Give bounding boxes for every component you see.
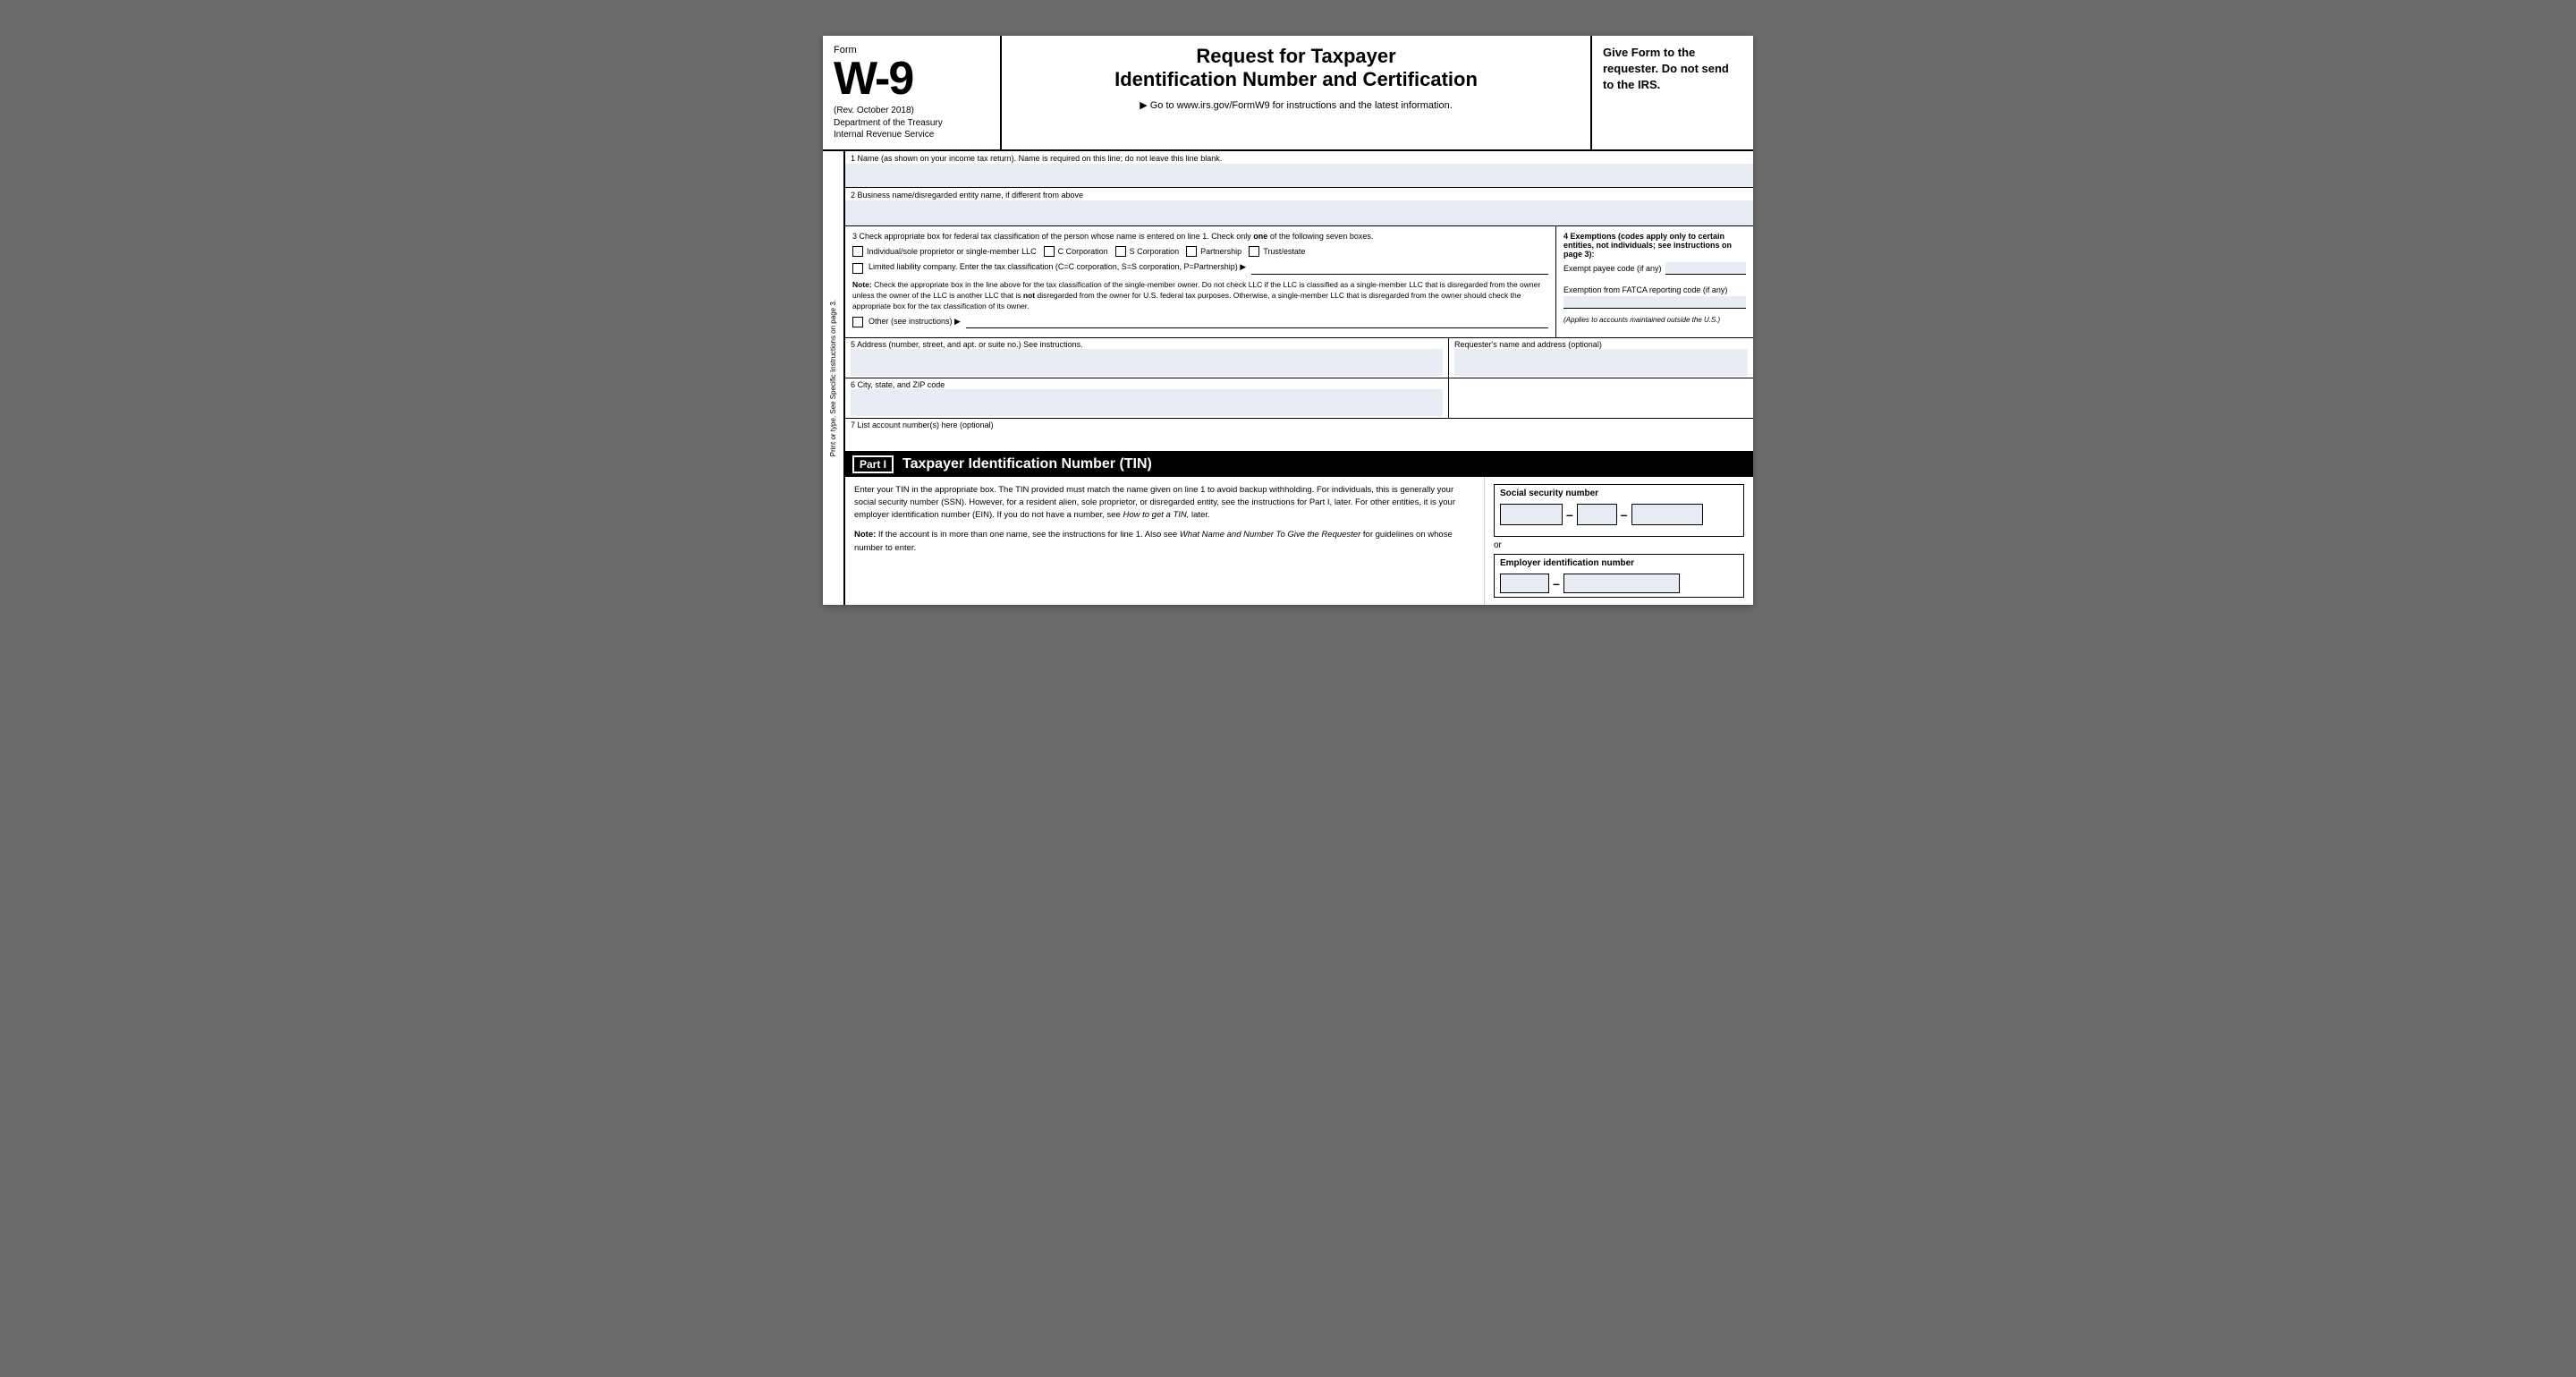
city-row: 6 City, state, and ZIP code — [845, 378, 1753, 419]
header-right: Give Form to the requester. Do not send … — [1592, 36, 1753, 149]
part1-right: Social security number – – or Employer i… — [1485, 477, 1753, 605]
line6-input[interactable] — [851, 389, 1443, 416]
ein-segment-1[interactable] — [1500, 574, 1549, 593]
ein-fields: – — [1500, 574, 1738, 593]
line1-label: 1 Name (as shown on your income tax retu… — [845, 151, 1753, 164]
requester-input[interactable] — [1454, 349, 1748, 376]
partnership-label: Partnership — [1200, 247, 1241, 256]
or-text: or — [1494, 540, 1744, 550]
ssn-dash-1: – — [1566, 507, 1573, 522]
form-body: Print or type. See Specific Instructions… — [823, 151, 1753, 605]
header-center: Request for Taxpayer Identification Numb… — [1002, 36, 1592, 149]
fatca-label: Exemption from FATCA reporting code (if … — [1563, 285, 1746, 294]
exempt-payee-row: Exempt payee code (if any) — [1563, 262, 1746, 275]
ssn-segment-1[interactable] — [1500, 504, 1563, 525]
ssn-box: Social security number – – — [1494, 484, 1744, 537]
side-label-text: Print or type. See Specific Instructions… — [829, 300, 838, 456]
exempt-payee-input[interactable] — [1665, 262, 1746, 275]
llc-row: Limited liability company. Enter the tax… — [852, 262, 1548, 275]
section3-wrapper: 3 Check appropriate box for federal tax … — [845, 226, 1753, 338]
address-section: 5 Address (number, street, and apt. or s… — [845, 338, 1753, 378]
checkbox-s-corp: S Corporation — [1115, 246, 1180, 257]
part1-header: Part I Taxpayer Identification Number (T… — [845, 452, 1753, 477]
line6-row: 6 City, state, and ZIP code — [845, 378, 1448, 418]
line7-label: 7 List account number(s) here (optional) — [845, 419, 1753, 451]
ssn-title: Social security number — [1500, 489, 1738, 498]
address-left: 5 Address (number, street, and apt. or s… — [845, 338, 1449, 378]
exemptions-title: 4 Exemptions (codes apply only to certai… — [1563, 232, 1746, 259]
note-text: Note: Check the appropriate box in the l… — [852, 280, 1548, 312]
c-corp-label: C Corporation — [1058, 247, 1108, 256]
fatca-input[interactable] — [1563, 296, 1746, 309]
trust-checkbox[interactable] — [1249, 246, 1259, 257]
other-label: Other (see instructions) ▶ — [869, 317, 961, 327]
part1-label: Part I — [852, 455, 894, 473]
other-row: Other (see instructions) ▶ — [852, 316, 1548, 328]
form-number: W-9 — [834, 55, 989, 102]
city-right-spacer — [1449, 378, 1753, 418]
line5-label: 5 Address (number, street, and apt. or s… — [851, 340, 1443, 349]
llc-checkbox[interactable] — [852, 263, 863, 274]
ein-box: Employer identification number – — [1494, 554, 1744, 598]
part1-title: Taxpayer Identification Number (TIN) — [902, 456, 1152, 472]
w9-form: Form W-9 (Rev. October 2018) Department … — [823, 36, 1753, 605]
part1-body: Enter your TIN in the appropriate box. T… — [845, 477, 1753, 605]
ssn-dash-2: – — [1621, 507, 1628, 522]
requester-row: Requester's name and address (optional) — [1449, 338, 1753, 378]
line6-label: 6 City, state, and ZIP code — [851, 380, 1443, 389]
line2-label: 2 Business name/disregarded entity name,… — [845, 188, 1753, 200]
llc-classification-input[interactable] — [1251, 262, 1548, 275]
form-header: Form W-9 (Rev. October 2018) Department … — [823, 36, 1753, 151]
part1-text: Enter your TIN in the appropriate box. T… — [854, 484, 1475, 523]
individual-label: Individual/sole proprietor or single-mem… — [867, 247, 1037, 256]
individual-checkbox[interactable] — [852, 246, 863, 257]
fatca-row: Exemption from FATCA reporting code (if … — [1563, 285, 1746, 309]
ssn-fields: – – — [1500, 504, 1738, 525]
header-left: Form W-9 (Rev. October 2018) Department … — [823, 36, 1002, 149]
other-input[interactable] — [966, 316, 1548, 328]
partnership-checkbox[interactable] — [1186, 246, 1197, 257]
line2-input[interactable] — [845, 200, 1753, 225]
side-label: Print or type. See Specific Instructions… — [823, 151, 844, 605]
requester-label: Requester's name and address (optional) — [1454, 340, 1748, 349]
checkbox-row-1: Individual/sole proprietor or single-mem… — [852, 246, 1548, 257]
form-title: Request for Taxpayer Identification Numb… — [1020, 45, 1572, 92]
line2-row: 2 Business name/disregarded entity name,… — [845, 188, 1753, 226]
checkbox-trust: Trust/estate — [1249, 246, 1305, 257]
checkbox-partnership: Partnership — [1186, 246, 1241, 257]
form-rev: (Rev. October 2018) — [834, 106, 989, 115]
address-right: Requester's name and address (optional) — [1449, 338, 1753, 378]
fatca-note: (Applies to accounts maintained outside … — [1563, 316, 1746, 324]
trust-label: Trust/estate — [1263, 247, 1305, 256]
form-dept: Department of the Treasury Internal Reve… — [834, 117, 989, 140]
checkbox-c-corp: C Corporation — [1044, 246, 1108, 257]
c-corp-checkbox[interactable] — [1044, 246, 1055, 257]
s-corp-checkbox[interactable] — [1115, 246, 1126, 257]
city-left: 6 City, state, and ZIP code — [845, 378, 1449, 418]
line5-row: 5 Address (number, street, and apt. or s… — [845, 338, 1448, 378]
ein-dash: – — [1553, 576, 1560, 591]
checkbox-individual: Individual/sole proprietor or single-mem… — [852, 246, 1037, 257]
line5-input[interactable] — [851, 349, 1443, 376]
line1-input[interactable] — [845, 164, 1753, 187]
section3-title: 3 Check appropriate box for federal tax … — [852, 232, 1548, 241]
line7-row: 7 List account number(s) here (optional) — [845, 419, 1753, 452]
ein-title: Employer identification number — [1500, 558, 1738, 568]
form-goto: ▶ Go to www.irs.gov/FormW9 for instructi… — [1020, 99, 1572, 111]
ein-segment-2[interactable] — [1563, 574, 1680, 593]
ssn-segment-2[interactable] — [1577, 504, 1617, 525]
ssn-segment-3[interactable] — [1631, 504, 1703, 525]
section3-left: 3 Check appropriate box for federal tax … — [845, 226, 1556, 337]
part1-left: Enter your TIN in the appropriate box. T… — [845, 477, 1485, 605]
form-fields: 1 Name (as shown on your income tax retu… — [844, 151, 1753, 605]
section3-right: 4 Exemptions (codes apply only to certai… — [1556, 226, 1753, 337]
llc-label: Limited liability company. Enter the tax… — [869, 262, 1246, 272]
s-corp-label: S Corporation — [1130, 247, 1180, 256]
other-checkbox[interactable] — [852, 317, 863, 327]
part1-note: Note: If the account is in more than one… — [854, 529, 1475, 555]
line1-row: 1 Name (as shown on your income tax retu… — [845, 151, 1753, 188]
